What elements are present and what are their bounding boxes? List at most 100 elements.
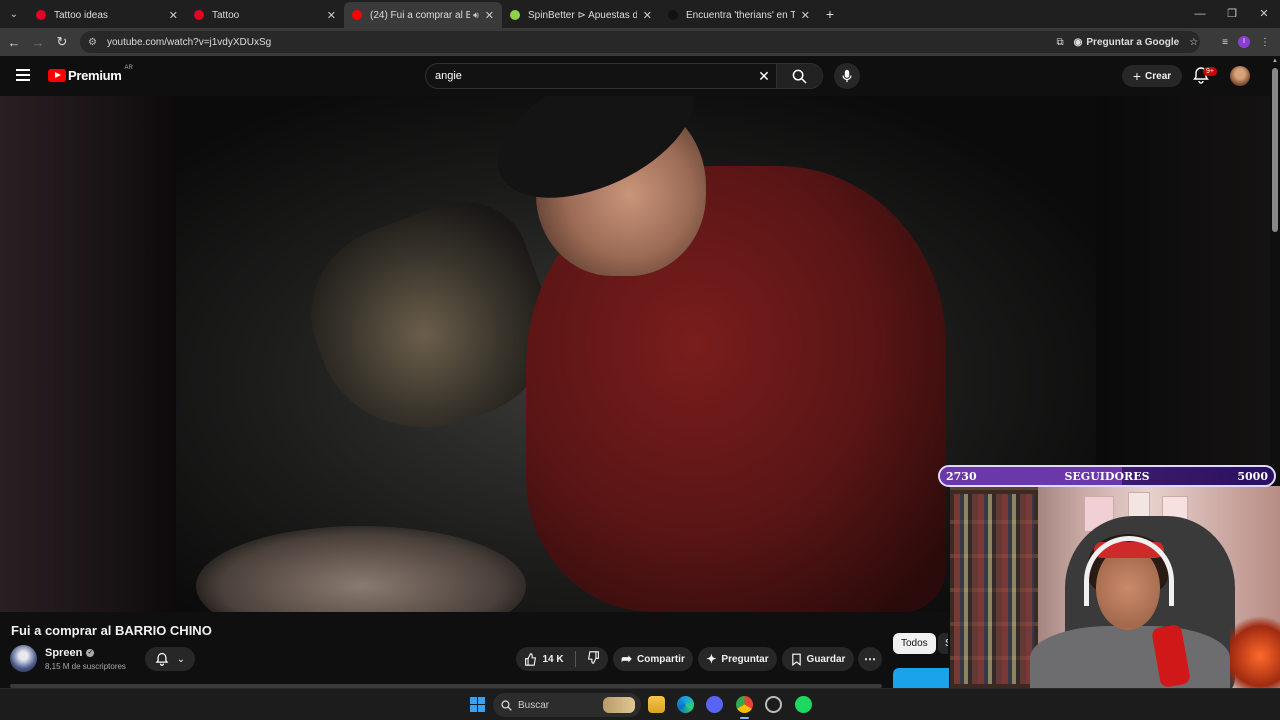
- tab-favicon-icon: [668, 10, 678, 20]
- browser-tab[interactable]: Tattoo ideas ✕: [28, 2, 186, 28]
- bookmark-star-icon[interactable]: ☆: [1189, 37, 1198, 48]
- followers-label: SEGUIDORES: [1064, 469, 1150, 483]
- address-actions: ⧉ ◉ Preguntar a Google ☆ ≡ I ⋮: [1057, 28, 1280, 56]
- logo-word: Premium: [68, 68, 122, 83]
- follower-goal-bar: 2730 SEGUIDORES 5000: [938, 465, 1276, 487]
- like-button[interactable]: 14 K: [524, 652, 564, 666]
- tab-title: (24) Fui a comprar al BARRIO: [370, 9, 471, 21]
- url-field[interactable]: ⚙ youtube.com/watch?v=j1vdyXDUxSg: [80, 31, 1200, 53]
- bookmark-icon: [791, 653, 801, 666]
- chip-all[interactable]: Todos: [893, 633, 936, 654]
- save-button[interactable]: Guardar: [782, 647, 854, 671]
- ambient-left: [0, 96, 176, 612]
- forward-arrow-icon[interactable]: →: [26, 35, 50, 50]
- chip-next[interactable]: S: [938, 633, 948, 654]
- recommended-thumbnail[interactable]: [893, 668, 949, 688]
- close-tab-icon[interactable]: ✕: [801, 9, 810, 22]
- close-tab-icon[interactable]: ✕: [485, 9, 494, 22]
- hamburger-menu-icon[interactable]: [16, 69, 30, 81]
- search-input[interactable]: angie ✕: [425, 63, 823, 89]
- more-dots-icon: ⋯: [864, 652, 876, 666]
- taskbar-search[interactable]: Buscar: [493, 693, 641, 717]
- close-tab-icon[interactable]: ✕: [643, 9, 652, 22]
- spotify-icon[interactable]: [795, 696, 812, 713]
- windows-taskbar: Buscar: [0, 688, 1280, 720]
- bell-icon: [155, 652, 169, 666]
- subscription-bell-button[interactable]: ⌄: [145, 647, 195, 671]
- ask-google-button[interactable]: ◉ Preguntar a Google: [1074, 37, 1180, 48]
- youtube-premium-logo[interactable]: Premium AR: [48, 65, 133, 83]
- window-controls: — ❐ ✕: [1184, 0, 1280, 28]
- video-title: Fui a comprar al BARRIO CHINO: [11, 623, 212, 638]
- chrome-icon[interactable]: [736, 696, 753, 719]
- channel-avatar[interactable]: [10, 645, 37, 672]
- scrollbar-thumb[interactable]: [1272, 68, 1278, 232]
- browser-tab[interactable]: SpinBetter ⊳ Apuestas deportiv ✕: [502, 2, 660, 28]
- more-actions-button[interactable]: ⋯: [858, 647, 882, 671]
- browser-tab[interactable]: (24) Fui a comprar al BARRIO🔊︎ ✕: [344, 2, 502, 28]
- create-label: Crear: [1145, 70, 1172, 82]
- reading-list-icon[interactable]: ≡: [1222, 37, 1228, 48]
- tab-title: Encuentra 'therians' en TikTok |: [686, 9, 795, 21]
- search-button[interactable]: [776, 64, 822, 88]
- share-label: Compartir: [637, 653, 685, 665]
- search-icon: [501, 699, 512, 711]
- followers-goal: 5000: [1237, 469, 1268, 483]
- voice-search-button[interactable]: [834, 63, 860, 89]
- tab-strip: Tattoo ideas ✕ Tattoo ✕ (24) Fui a comprar a…: [28, 0, 818, 28]
- followers-current: 2730: [946, 469, 977, 483]
- channel-name: Spreen: [45, 647, 83, 659]
- youtube-header: Premium AR angie ✕ + Crear: [0, 56, 1270, 96]
- search-icon: [792, 69, 807, 84]
- discord-icon[interactable]: [706, 696, 723, 713]
- books: [954, 494, 1034, 684]
- thumbs-up-icon: [525, 652, 537, 666]
- streamer-webcam: [950, 486, 1280, 688]
- account-avatar[interactable]: [1230, 66, 1250, 86]
- create-button[interactable]: + Crear: [1122, 65, 1182, 87]
- browser-tab[interactable]: Encuentra 'therians' en TikTok | ✕: [660, 2, 818, 28]
- address-bar: ← → ↻ ⚙ youtube.com/watch?v=j1vdyXDUxSg …: [0, 28, 1280, 56]
- clear-search-icon[interactable]: ✕: [752, 68, 776, 85]
- tab-favicon-icon: [36, 10, 46, 20]
- ambient-light: [1230, 616, 1280, 688]
- tab-search-chevron-icon[interactable]: ⌄: [0, 0, 28, 28]
- minimize-icon[interactable]: —: [1184, 0, 1216, 28]
- file-explorer-icon[interactable]: [648, 696, 665, 713]
- profile-avatar[interactable]: I: [1238, 36, 1250, 48]
- site-info-icon[interactable]: ⚙: [88, 37, 97, 48]
- windows-start-icon[interactable]: [470, 697, 485, 712]
- reload-icon[interactable]: ↻: [50, 34, 74, 50]
- share-button[interactable]: ➦ Compartir: [613, 647, 693, 671]
- tab-audio-icon[interactable]: 🔊︎: [473, 10, 479, 21]
- close-window-icon[interactable]: ✕: [1248, 0, 1280, 28]
- scroll-up-arrow-icon[interactable]: ▲: [1272, 58, 1278, 64]
- app-icon[interactable]: [765, 696, 782, 713]
- save-label: Guardar: [806, 653, 846, 665]
- thumbs-down-icon: [587, 651, 599, 664]
- cast-icon[interactable]: ⧉: [1057, 37, 1064, 48]
- channel-name-row[interactable]: Spreen ✓: [45, 647, 95, 659]
- like-dislike-group: 14 K: [516, 647, 608, 671]
- browser-tab[interactable]: Tattoo ✕: [186, 2, 344, 28]
- google-lens-icon: ◉: [1073, 36, 1083, 48]
- url-text: youtube.com/watch?v=j1vdyXDUxSg: [106, 36, 272, 48]
- tab-favicon-icon: [194, 10, 204, 20]
- youtube-play-icon: [48, 69, 66, 82]
- close-tab-icon[interactable]: ✕: [169, 9, 178, 22]
- ask-google-label: Preguntar a Google: [1086, 36, 1180, 48]
- new-tab-button[interactable]: +: [818, 6, 842, 22]
- like-divider: [574, 651, 576, 667]
- back-arrow-icon[interactable]: ←: [2, 35, 26, 50]
- browser-menu-icon[interactable]: ⋮: [1260, 37, 1270, 48]
- edge-icon[interactable]: [677, 696, 694, 713]
- restore-icon[interactable]: ❐: [1216, 0, 1248, 28]
- tab-favicon-icon: [510, 10, 520, 20]
- close-tab-icon[interactable]: ✕: [327, 9, 336, 22]
- ask-button[interactable]: ✦ Preguntar: [698, 647, 777, 671]
- dislike-button[interactable]: [587, 651, 600, 667]
- streamer-body: [1030, 626, 1230, 688]
- chevron-down-icon: ⌄: [176, 653, 186, 665]
- tab-title: SpinBetter ⊳ Apuestas deportiv: [528, 9, 637, 21]
- taskbar-search-label: Buscar: [518, 699, 550, 711]
